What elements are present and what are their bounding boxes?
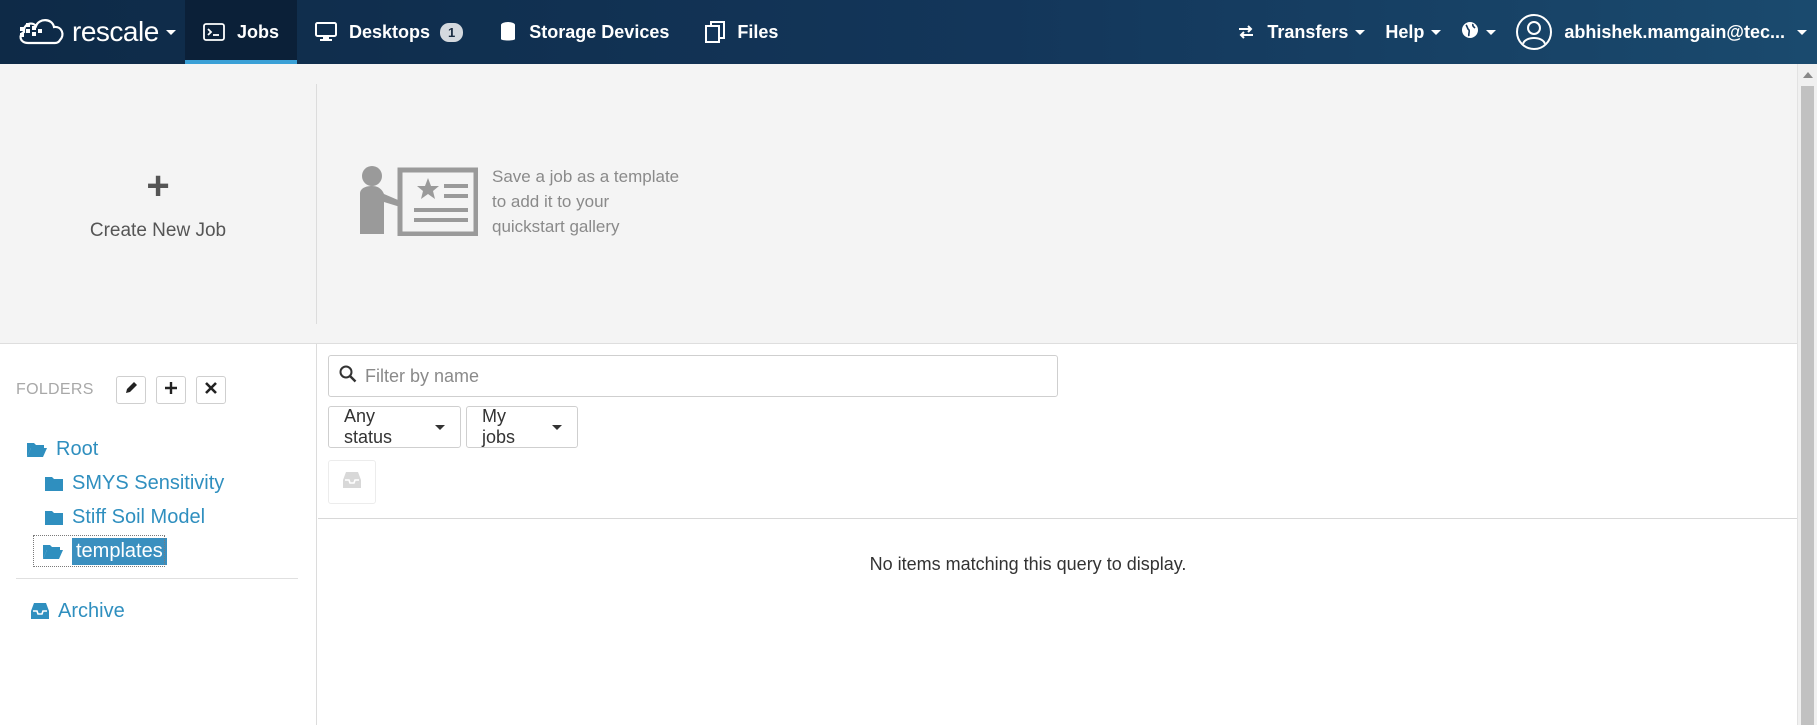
filter-by-name-input[interactable] <box>365 365 1045 387</box>
owner-filter-dropdown[interactable]: My jobs <box>466 406 578 448</box>
folder-open-icon <box>42 542 64 560</box>
help-label: Help <box>1385 21 1425 42</box>
rescale-logo-icon <box>16 13 66 52</box>
hint-line: Save a job as a template <box>492 167 680 186</box>
template-hint: Save a job as a template to add it to yo… <box>358 164 702 241</box>
folder-root-label: Root <box>56 437 99 460</box>
chevron-down-icon <box>165 29 176 35</box>
search-icon <box>339 365 357 388</box>
tab-desktops-label: Desktops <box>349 21 431 42</box>
plus-icon <box>164 381 178 400</box>
folder-stiff-soil-model[interactable]: Stiff Soil Model <box>0 500 317 534</box>
sidebar-divider <box>16 578 298 579</box>
delete-folder-button[interactable] <box>195 376 226 404</box>
page-scrollbar[interactable] <box>1797 64 1817 725</box>
scroll-up-icon[interactable] <box>1803 72 1813 78</box>
rename-folder-button[interactable] <box>115 376 146 404</box>
terminal-icon <box>203 23 225 41</box>
archive-folder[interactable]: Archive <box>30 594 125 628</box>
folder-icon <box>44 475 64 492</box>
folder-tree: Root SMYS Sensitivity Stiff Soil Model t… <box>0 432 317 568</box>
folders-sidebar: FOLDERS Root SMYS Sensitivity Stiff Soil… <box>0 344 317 725</box>
inbox-icon <box>30 602 50 620</box>
status-filter-dropdown[interactable]: Any status <box>328 406 461 448</box>
scroll-thumb[interactable] <box>1801 86 1814 725</box>
chevron-down-icon <box>435 424 445 430</box>
folders-heading: FOLDERS <box>16 381 94 398</box>
transfers-label: Transfers <box>1267 21 1349 42</box>
tab-storage-devices[interactable]: Storage Devices <box>481 0 687 64</box>
jobs-list-panel: Any status My jobs No items matching thi… <box>318 344 1797 725</box>
monitor-icon <box>315 22 338 42</box>
avatar <box>1516 14 1553 50</box>
tab-storage-label: Storage Devices <box>529 21 670 42</box>
desktops-count-badge: 1 <box>440 22 464 42</box>
swap-arrows-icon <box>1237 24 1255 40</box>
folder-root[interactable]: Root <box>0 432 317 466</box>
create-new-job-button[interactable]: + Create New Job <box>0 84 317 324</box>
language-menu[interactable] <box>1451 0 1506 64</box>
folder-icon <box>44 509 64 526</box>
presentation-template-icon <box>358 164 479 241</box>
user-name: abhishek.mamgain@tec... <box>1564 21 1785 42</box>
transfers-menu[interactable]: Transfers <box>1227 0 1375 64</box>
help-menu[interactable]: Help <box>1375 0 1451 64</box>
brand-name: rescale <box>72 16 159 47</box>
files-icon <box>705 21 726 43</box>
folder-templates[interactable]: templates <box>32 534 167 568</box>
tab-jobs[interactable]: Jobs <box>185 0 298 64</box>
chevron-down-icon <box>1355 29 1366 35</box>
tab-files-label: Files <box>737 21 779 42</box>
top-navbar: rescale Jobs Desktops 1 Storage Devices … <box>0 0 1817 64</box>
hint-line: quickstart gallery <box>492 217 620 236</box>
add-folder-button[interactable] <box>155 376 186 404</box>
results-divider <box>318 518 1797 519</box>
folder-label: Stiff Soil Model <box>72 505 206 528</box>
chevron-down-icon <box>552 424 562 430</box>
database-icon <box>499 21 517 43</box>
pencil-icon <box>124 381 138 400</box>
archive-label: Archive <box>58 599 125 622</box>
tab-files[interactable]: Files <box>687 0 796 64</box>
brand-menu[interactable]: rescale <box>0 0 185 64</box>
tab-jobs-label: Jobs <box>237 21 280 42</box>
chevron-down-icon <box>1797 29 1807 35</box>
folder-smys-sensitivity[interactable]: SMYS Sensitivity <box>0 466 317 500</box>
folder-label: templates <box>72 537 167 565</box>
archive-selected-button[interactable] <box>328 460 376 504</box>
tab-desktops[interactable]: Desktops 1 <box>297 0 481 64</box>
empty-state-message: No items matching this query to display. <box>869 554 1187 574</box>
plus-icon: + <box>146 164 170 208</box>
template-hint-text: Save a job as a template to add it to yo… <box>492 164 702 239</box>
chevron-down-icon <box>1431 29 1442 35</box>
user-menu[interactable]: abhishek.mamgain@tec... <box>1506 0 1817 64</box>
globe-icon <box>1461 21 1479 44</box>
folder-open-icon <box>26 440 48 458</box>
owner-filter-label: My jobs <box>482 406 516 447</box>
hint-line: to add it to your <box>492 192 610 211</box>
status-filter-label: Any status <box>344 406 393 447</box>
folder-label: SMYS Sensitivity <box>72 471 225 494</box>
create-new-job-label: Create New Job <box>89 220 227 241</box>
chevron-down-icon <box>1486 29 1497 35</box>
close-icon <box>204 381 218 400</box>
inbox-icon <box>342 471 362 494</box>
quickstart-gallery: + Create New Job Save a job as a templat… <box>0 64 1797 344</box>
filter-box <box>328 355 1058 397</box>
